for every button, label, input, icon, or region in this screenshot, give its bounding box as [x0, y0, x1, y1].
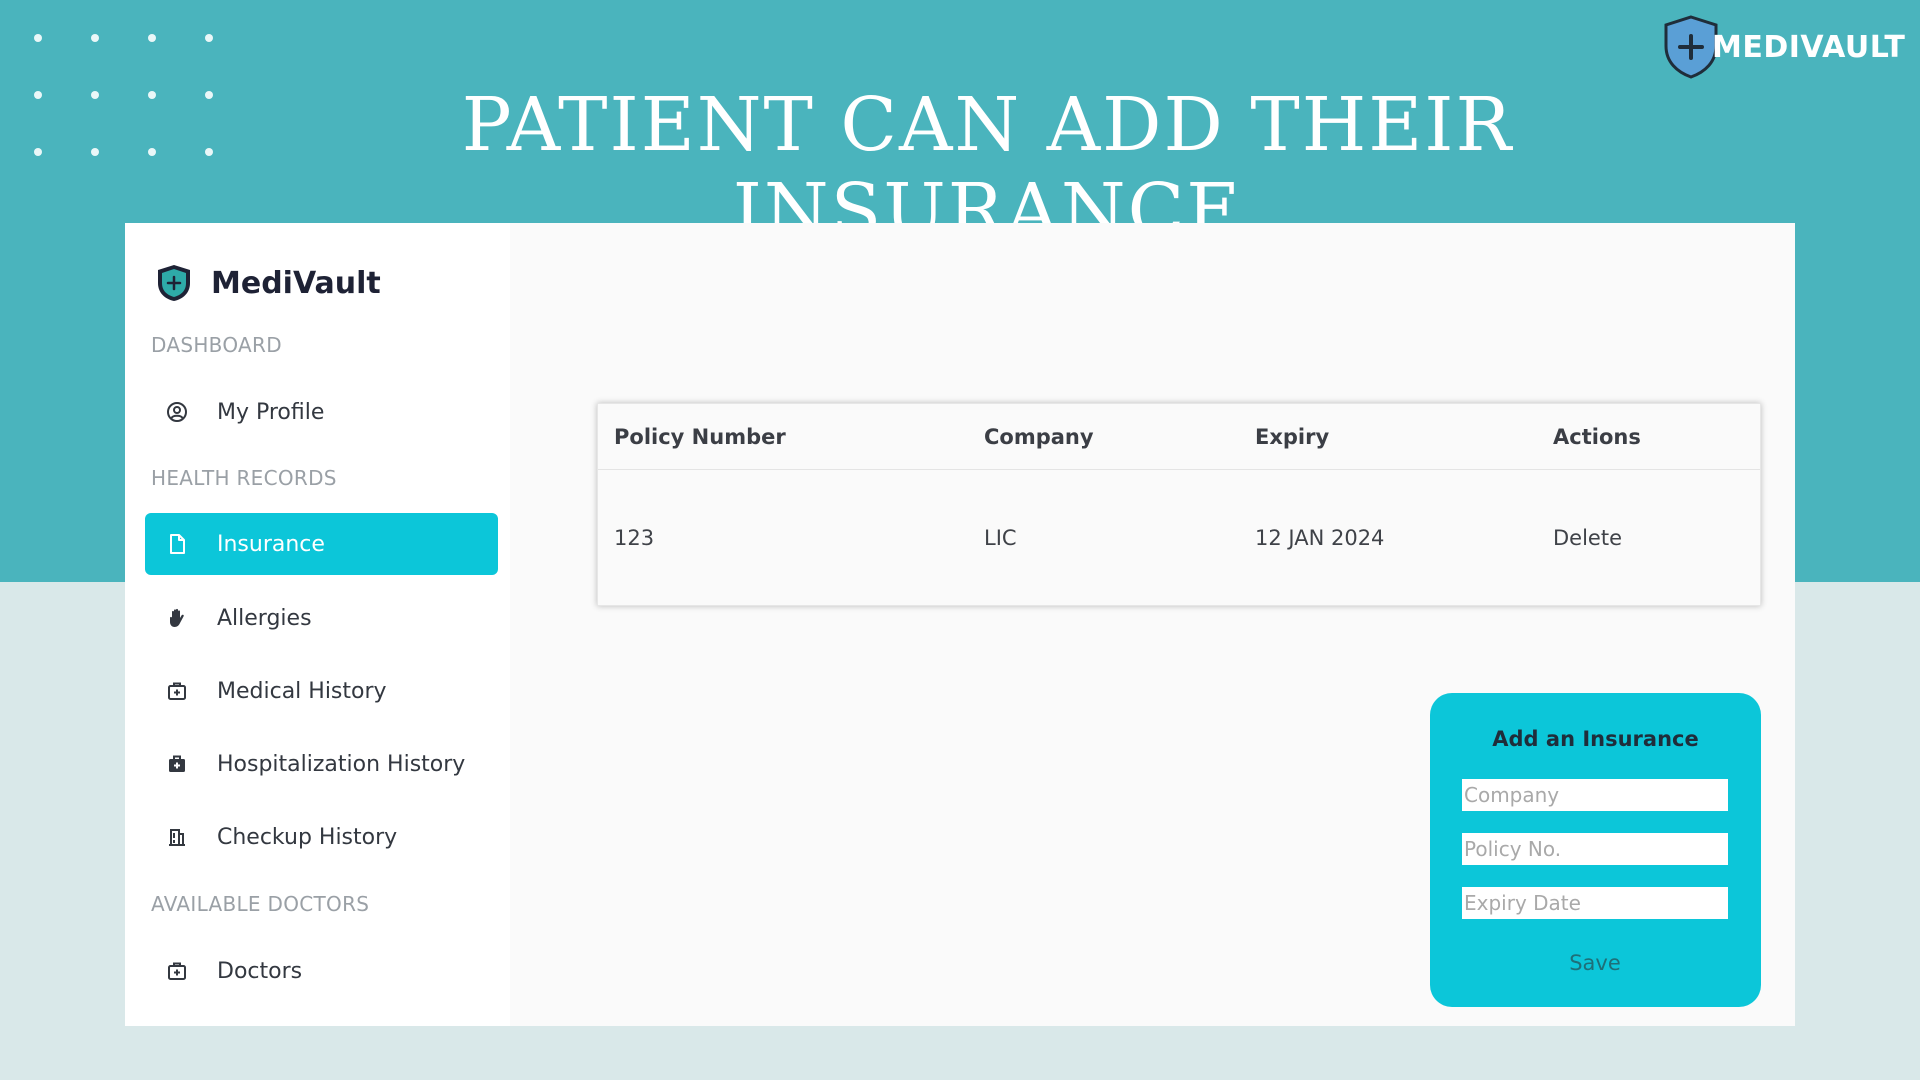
save-button[interactable]: Save — [1545, 947, 1645, 979]
column-header-expiry: Expiry — [1255, 425, 1330, 449]
app-window: MediVault DASHBOARD My Profile HEALTH RE… — [125, 223, 1795, 1026]
brand-logo: MEDIVAULT — [1662, 14, 1905, 80]
company-input[interactable] — [1462, 779, 1728, 811]
column-header-company: Company — [984, 425, 1094, 449]
section-label-available-doctors: AVAILABLE DOCTORS — [151, 892, 370, 916]
app-logo[interactable]: MediVault — [155, 263, 381, 303]
user-circle-icon — [165, 400, 189, 424]
sidebar-item-label: Medical History — [217, 678, 387, 704]
cell-expiry: 12 JAN 2024 — [1255, 526, 1385, 550]
sidebar-item-insurance[interactable]: Insurance — [145, 513, 498, 575]
briefcase-medical-icon — [165, 752, 189, 776]
document-icon — [165, 532, 189, 556]
app-name: MediVault — [211, 265, 381, 301]
sidebar-item-medical-history[interactable]: Medical History — [145, 660, 498, 722]
section-label-dashboard: DASHBOARD — [151, 333, 282, 357]
sidebar-item-label: My Profile — [217, 399, 325, 425]
sidebar-item-label: Insurance — [217, 531, 325, 557]
brand-name: MEDIVAULT — [1712, 29, 1906, 65]
section-label-health-records: HEALTH RECORDS — [151, 466, 337, 490]
sidebar-item-doctors[interactable]: Doctors — [145, 940, 498, 1002]
sidebar-item-label: Doctors — [217, 958, 303, 984]
cell-policy-number: 123 — [614, 526, 655, 550]
sidebar: MediVault DASHBOARD My Profile HEALTH RE… — [125, 223, 510, 1026]
medical-kit-icon — [165, 679, 189, 703]
column-header-policy-number: Policy Number — [614, 425, 786, 449]
sidebar-item-label: Hospitalization History — [217, 751, 466, 777]
policy-number-input[interactable] — [1462, 833, 1728, 865]
delete-button[interactable]: Delete — [1553, 526, 1622, 550]
sidebar-item-label: Allergies — [217, 605, 312, 631]
form-title: Add an Insurance — [1492, 727, 1699, 751]
sidebar-item-allergies[interactable]: Allergies — [145, 587, 498, 649]
column-header-actions: Actions — [1553, 425, 1641, 449]
clinic-icon — [165, 825, 189, 849]
decorative-dots — [34, 34, 224, 164]
hand-icon — [165, 606, 189, 630]
sidebar-item-label: Checkup History — [217, 824, 398, 850]
add-insurance-form: Add an Insurance Save — [1430, 693, 1761, 1007]
shield-logo-icon — [158, 265, 190, 301]
sidebar-item-my-profile[interactable]: My Profile — [145, 381, 498, 443]
cell-company: LIC — [984, 526, 1017, 550]
sidebar-item-checkup-history[interactable]: Checkup History — [145, 806, 498, 868]
medical-kit-icon — [165, 959, 189, 983]
sidebar-item-hospitalization-history[interactable]: Hospitalization History — [145, 733, 498, 795]
expiry-date-input[interactable] — [1462, 887, 1728, 919]
table-header: Policy Number Company Expiry Actions — [598, 404, 1760, 470]
insurance-table: Policy Number Company Expiry Actions 123… — [597, 403, 1761, 606]
